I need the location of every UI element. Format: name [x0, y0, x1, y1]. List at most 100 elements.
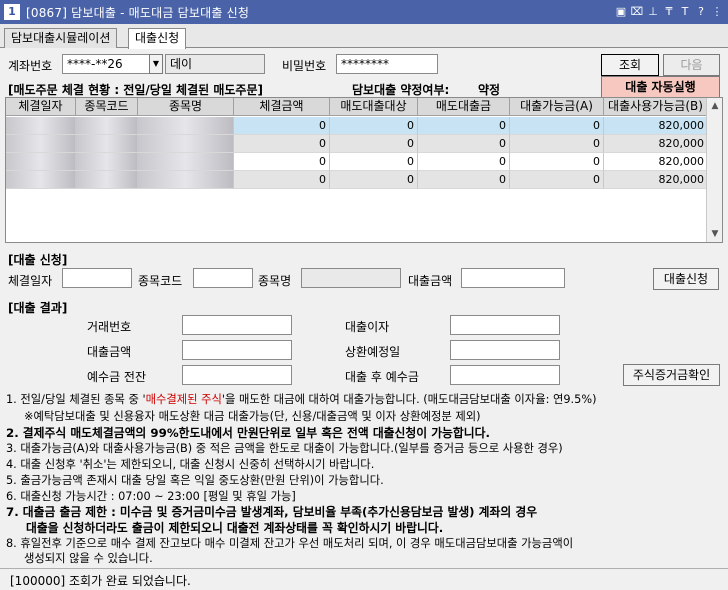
scroll-down-icon[interactable]: ▼: [707, 226, 722, 242]
cell-loan-amount: 0: [418, 171, 510, 189]
cell-name: [138, 135, 234, 153]
deposit-before-field: [182, 365, 292, 385]
cell-available-b: 820,000: [604, 171, 708, 189]
link-icon[interactable]: ⊥: [646, 4, 660, 20]
col-header-code[interactable]: 종목코드: [76, 98, 138, 116]
note-7: 7. 대출금 출금 제한 : 미수금 및 증거금미수금 발생계좌, 담보비율 부…: [6, 505, 538, 519]
table-row[interactable]: 0 0 0 0 820,000: [6, 135, 708, 153]
note-8: 8. 휴일전후 기준으로 매수 결제 잔고보다 매수 미결제 잔고가 우선 매도…: [6, 537, 574, 550]
trade-no-label: 거래번호: [87, 320, 132, 334]
deposit-after-field: [450, 365, 560, 385]
note-1-sub: ※예탁담보대출 및 신용융자 매도상환 대금 대출가능(단, 신용/대출금액 및…: [24, 410, 481, 423]
col-header-available-a[interactable]: 대출가능금(A): [510, 98, 604, 116]
sell-order-status-title: [매도주문 체결 현황 : 전일/당일 체결된 매도주문]: [8, 83, 263, 97]
status-bar: [100000] 조회가 완료 되었습니다.: [0, 568, 728, 590]
cell-code: [76, 171, 138, 189]
account-dropdown-icon[interactable]: ▼: [149, 54, 163, 74]
cell-name: [138, 117, 234, 135]
col-header-exec-amount[interactable]: 체결금액: [234, 98, 330, 116]
cell-loan-amount: 0: [418, 117, 510, 135]
app-window: 1 [0867] 담보대출 - 매도대금 담보대출 신청 ▣ ⌧ ⊥ ₸ T ?…: [0, 0, 728, 590]
col-header-name[interactable]: 종목명: [138, 98, 234, 116]
cell-date: [6, 171, 76, 189]
request-amount-label: 대출금액: [408, 274, 453, 288]
account-label: 계좌번호: [8, 59, 53, 73]
next-button[interactable]: 다음: [663, 54, 720, 76]
title-bar: 1 [0867] 담보대출 - 매도대금 담보대출 신청 ▣ ⌧ ⊥ ₸ T ?…: [0, 0, 728, 24]
request-name-label: 종목명: [258, 274, 292, 288]
status-message: [100000] 조회가 완료 되었습니다.: [10, 574, 191, 588]
cell-loan-amount: 0: [418, 135, 510, 153]
cell-loan-target: 0: [330, 153, 418, 171]
col-header-date[interactable]: 체결일자: [6, 98, 76, 116]
cell-available-a: 0: [510, 117, 604, 135]
trade-no-field: [182, 315, 292, 335]
cell-available-b: 820,000: [604, 135, 708, 153]
request-date-label: 체결일자: [8, 274, 53, 288]
cell-exec-amount: 0: [234, 171, 330, 189]
help-icon[interactable]: ?: [694, 4, 708, 20]
loan-amount-label: 대출금액: [87, 345, 132, 359]
tab-loan-request[interactable]: 대출신청: [128, 28, 187, 49]
note-7-cont: 대출을 신청하더라도 출금이 제한되오니 대출전 계좌상태를 꼭 확인하시기 바…: [26, 521, 444, 535]
note-6: 6. 대출신청 가능시간 : 07:00 ~ 23:00 [평일 및 휴일 가능…: [6, 490, 296, 503]
interest-label: 대출이자: [345, 320, 390, 334]
cell-available-a: 0: [510, 135, 604, 153]
cell-exec-amount: 0: [234, 117, 330, 135]
deposit-before-label: 예수금 전잔: [87, 370, 147, 384]
tab-loan-simulation[interactable]: 담보대출시뮬레이션: [4, 28, 118, 48]
interest-field: [450, 315, 560, 335]
note-3: 3. 대출가능금(A)와 대출사용가능금(B) 중 적은 금액을 한도로 대출이…: [6, 442, 563, 455]
request-code-input[interactable]: [193, 268, 253, 288]
cell-available-a: 0: [510, 171, 604, 189]
note-1: 1. 전일/당일 체결된 종목 중 '매수결제된 주식'을 매도한 대금에 대하…: [6, 393, 597, 406]
sell-order-grid[interactable]: 체결일자 종목코드 종목명 체결금액 매도대출대상 매도대출금 대출가능금(A)…: [5, 97, 723, 243]
grid-vertical-scrollbar[interactable]: ▲ ▼: [706, 98, 722, 242]
agreement-label: 담보대출 약정여부:: [352, 83, 450, 97]
account-name-field: 데이: [165, 54, 265, 74]
auto-execute-button[interactable]: 대출 자동실행: [601, 76, 720, 98]
cell-date: [6, 135, 76, 153]
tab-bar: 담보대출시뮬레이션 대출신청: [0, 24, 728, 49]
note-5: 5. 출금가능금액 존재시 대출 당일 혹은 익일 중도상환(만원 단위)이 가…: [6, 474, 384, 487]
note-highlight: 매수결제된 주식: [145, 393, 222, 406]
col-header-available-b[interactable]: 대출사용가능금(B): [604, 98, 708, 116]
password-label: 비밀번호: [282, 59, 327, 73]
password-field[interactable]: ********: [336, 54, 438, 74]
cell-available-b: 820,000: [604, 153, 708, 171]
screen-icon[interactable]: ▣: [614, 4, 628, 20]
margin-check-button[interactable]: 주식증거금확인: [623, 364, 720, 386]
cell-name: [138, 153, 234, 171]
agreement-value: 약정: [478, 83, 501, 97]
request-amount-input[interactable]: [461, 268, 565, 288]
loan-amount-field: [182, 340, 292, 360]
note-8-cont: 생성되지 않을 수 있습니다.: [24, 552, 153, 565]
table-row[interactable]: 0 0 0 0 820,000: [6, 153, 708, 171]
table-row[interactable]: 0 0 0 0 820,000: [6, 117, 708, 135]
loan-submit-button[interactable]: 대출신청: [653, 268, 719, 290]
pin-icon[interactable]: ₸: [662, 4, 676, 20]
cell-name: [138, 171, 234, 189]
cell-exec-amount: 0: [234, 135, 330, 153]
app-icon: 1: [4, 4, 20, 20]
loan-result-title: [대출 결과]: [8, 301, 68, 315]
cell-code: [76, 135, 138, 153]
inquiry-button[interactable]: 조회: [601, 54, 659, 76]
cell-exec-amount: 0: [234, 153, 330, 171]
col-header-loan-amount[interactable]: 매도대출금: [418, 98, 510, 116]
font-icon[interactable]: T: [678, 4, 692, 20]
print-icon[interactable]: ⌧: [630, 4, 644, 20]
loan-request-title: [대출 신청]: [8, 253, 68, 267]
menu-icon[interactable]: ⋮: [710, 4, 724, 20]
cell-code: [76, 117, 138, 135]
note-2: 2. 결제주식 매도체결금액의 99%한도내에서 만원단위로 일부 혹은 전액 …: [6, 426, 490, 440]
scroll-up-icon[interactable]: ▲: [707, 98, 722, 114]
repay-date-label: 상환예정일: [345, 345, 401, 359]
cell-available-b: 820,000: [604, 117, 708, 135]
account-number-field[interactable]: ****-**26: [62, 54, 150, 74]
request-date-input[interactable]: [62, 268, 132, 288]
col-header-loan-target[interactable]: 매도대출대상: [330, 98, 418, 116]
cell-date: [6, 153, 76, 171]
cell-loan-target: 0: [330, 171, 418, 189]
table-row[interactable]: 0 0 0 0 820,000: [6, 171, 708, 189]
